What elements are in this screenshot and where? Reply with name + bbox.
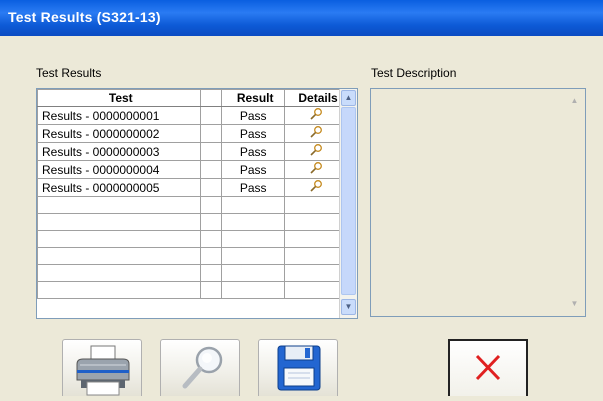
header-row: Test Result Details [37, 89, 348, 107]
table-row[interactable]: Results - 0000000001 Pass [37, 106, 348, 125]
blank-cell [199, 124, 223, 143]
magnifier-icon[interactable] [309, 143, 323, 157]
printer-icon [76, 345, 130, 396]
results-scrollbar[interactable]: ▲ ▼ [339, 89, 357, 318]
magnifier-icon[interactable] [309, 107, 323, 121]
result-cell: Pass [221, 142, 286, 161]
blank-cell [199, 142, 223, 161]
magnifier-icon[interactable] [309, 179, 323, 193]
scroll-up-button[interactable]: ▲ [566, 93, 583, 109]
result-cell: Pass [221, 124, 286, 143]
close-x-icon [475, 354, 501, 381]
test-cell: Results - 0000000004 [37, 160, 201, 179]
blank-cell [199, 106, 223, 125]
column-header-blank[interactable] [199, 89, 223, 107]
magnifier-icon[interactable] [309, 161, 323, 175]
scroll-down-button[interactable]: ▼ [341, 299, 356, 315]
empty-row[interactable] [37, 196, 348, 214]
test-cell: Results - 0000000002 [37, 124, 201, 143]
result-cell: Pass [221, 106, 286, 125]
blank-cell [199, 178, 223, 197]
details-search-button[interactable] [160, 339, 240, 396]
test-results-label: Test Results [36, 66, 102, 80]
results-table: Test Result Details Results - 0000000001… [37, 89, 348, 299]
empty-row[interactable] [37, 264, 348, 282]
close-button[interactable] [448, 339, 528, 396]
table-row[interactable]: Results - 0000000003 Pass [37, 142, 348, 161]
column-header-test[interactable]: Test [37, 89, 201, 107]
test-results-window: Test Results (S321-13) Test Results Test… [0, 0, 603, 396]
table-row[interactable]: Results - 0000000004 Pass [37, 160, 348, 179]
scroll-up-button[interactable]: ▲ [341, 90, 356, 106]
blank-cell [199, 160, 223, 179]
window-title: Test Results (S321-13) [8, 9, 161, 25]
test-description-box[interactable]: ▲ ▼ [370, 88, 586, 317]
empty-row[interactable] [37, 281, 348, 299]
test-cell: Results - 0000000001 [37, 106, 201, 125]
empty-row[interactable] [37, 213, 348, 231]
column-header-result[interactable]: Result [221, 89, 286, 107]
empty-row[interactable] [37, 230, 348, 248]
result-cell: Pass [221, 178, 286, 197]
save-button[interactable] [258, 339, 338, 396]
title-bar: Test Results (S321-13) [0, 0, 603, 36]
test-cell: Results - 0000000003 [37, 142, 201, 161]
magnifier-icon [182, 346, 223, 389]
empty-row[interactable] [37, 247, 348, 265]
table-row[interactable]: Results - 0000000002 Pass [37, 124, 348, 143]
test-description-label: Test Description [371, 66, 457, 80]
table-row[interactable]: Results - 0000000005 Pass [37, 178, 348, 197]
floppy-disk-icon [277, 345, 321, 391]
scroll-down-button[interactable]: ▼ [566, 296, 583, 312]
results-grid[interactable]: Test Result Details Results - 0000000001… [36, 88, 358, 319]
result-cell: Pass [221, 160, 286, 179]
description-scrollbar[interactable]: ▲ ▼ [566, 91, 583, 314]
test-cell: Results - 0000000005 [37, 178, 201, 197]
magnifier-icon[interactable] [309, 125, 323, 139]
print-button[interactable] [62, 339, 142, 396]
scroll-thumb[interactable] [341, 107, 356, 295]
